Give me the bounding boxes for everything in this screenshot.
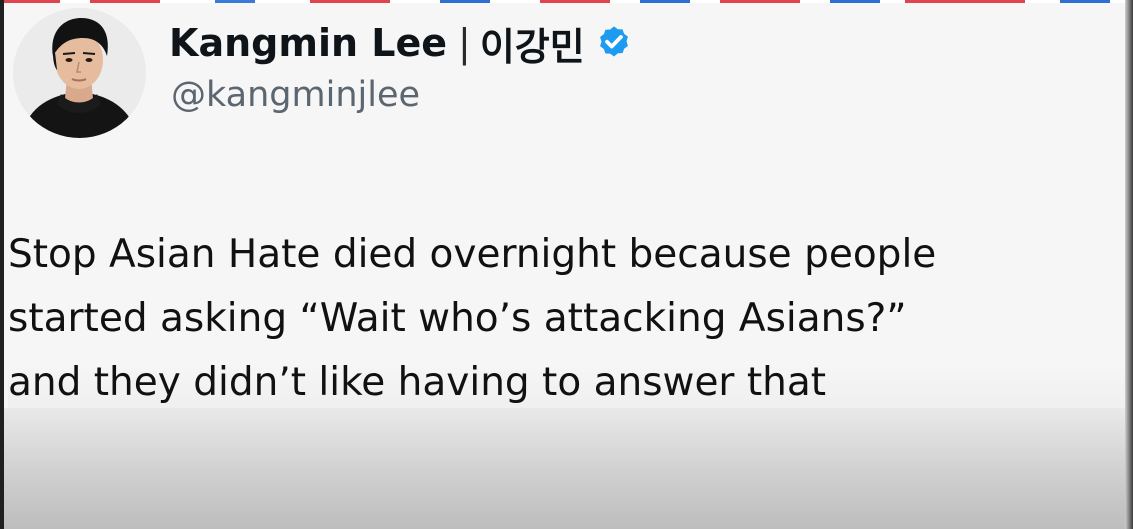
tweet-text-line: and they didn’t like having to answer th…: [8, 360, 827, 405]
tweet-text: Stop Asian Hate died overnight because p…: [8, 223, 1128, 415]
name-separator: |: [458, 21, 471, 65]
bottom-gradient-overlay: [4, 408, 1125, 529]
right-border: [1125, 0, 1133, 529]
user-handle[interactable]: @kangminjlee: [171, 75, 420, 115]
korean-name[interactable]: 이강민: [480, 16, 585, 71]
tweet-text-line: Stop Asian Hate died overnight because p…: [8, 232, 937, 277]
avatar[interactable]: [13, 8, 146, 138]
author-name-row[interactable]: Kangmin Lee | 이강민: [169, 15, 633, 71]
person-avatar-icon: [13, 8, 146, 138]
display-name[interactable]: Kangmin Lee: [169, 21, 447, 65]
verified-badge-icon: [595, 24, 633, 62]
tweet-text-line: started asking “Wait who’s attacking Asi…: [8, 296, 907, 341]
video-frame: Kangmin Lee | 이강민 @kangminjlee Stop Asia…: [0, 0, 1133, 529]
